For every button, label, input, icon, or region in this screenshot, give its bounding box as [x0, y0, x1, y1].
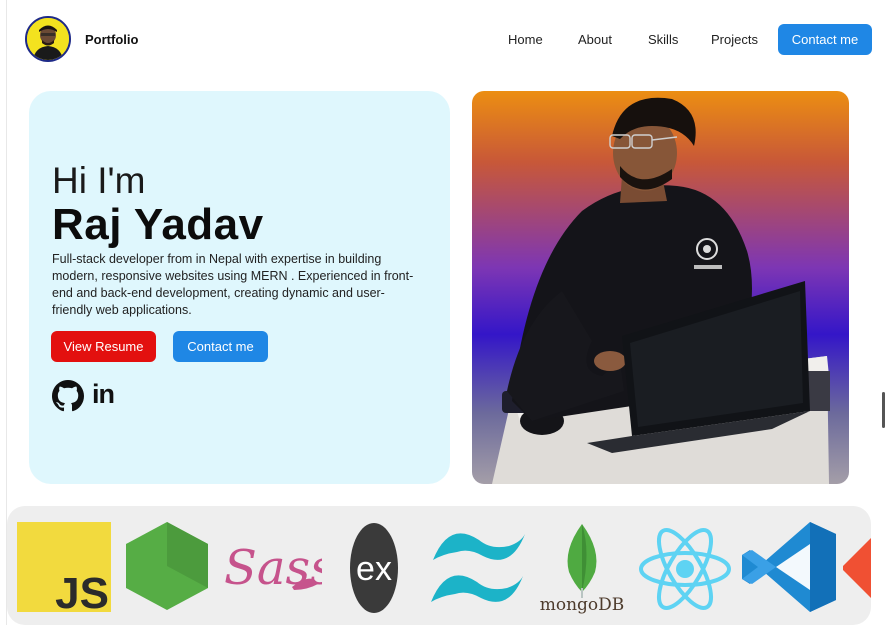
vscode-logo: [740, 522, 836, 617]
nav-link-projects[interactable]: Projects: [711, 32, 758, 47]
brand-title[interactable]: Portfolio: [85, 32, 138, 47]
profile-avatar[interactable]: [25, 16, 71, 62]
git-logo: [841, 536, 871, 605]
tech-logos-strip: JS Sass ex mongoDB: [7, 506, 871, 625]
navbar: Portfolio Home About Skills Projects Con…: [0, 0, 887, 80]
view-resume-button[interactable]: View Resume: [51, 331, 156, 362]
js-text: JS: [55, 569, 109, 612]
hero-greeting: Hi I'm: [52, 160, 146, 201]
javascript-logo: JS: [17, 522, 111, 618]
linkedin-icon[interactable]: in: [92, 379, 115, 410]
nodejs-logo: [124, 520, 210, 617]
github-icon[interactable]: [52, 380, 84, 417]
express-logo: ex: [349, 522, 399, 619]
hero-name: Raj Yadav: [52, 200, 264, 249]
contact-button[interactable]: Contact me: [173, 331, 268, 362]
sass-logo: Sass: [222, 532, 335, 609]
tailwind-logo: [429, 524, 527, 615]
hero-photo: [472, 91, 849, 484]
nav-link-about[interactable]: About: [578, 32, 612, 47]
nav-link-home[interactable]: Home: [508, 32, 543, 47]
express-text: ex: [356, 550, 392, 588]
react-logo: [637, 524, 733, 619]
scrollbar-thumb[interactable]: [882, 392, 885, 428]
nav-link-skills[interactable]: Skills: [648, 32, 678, 47]
mongodb-text: mongoDB: [540, 595, 625, 614]
hero-bio: Full-stack developer from in Nepal with …: [52, 252, 414, 317]
mongodb-logo: mongoDB: [535, 522, 629, 619]
nav-contact-button[interactable]: Contact me: [778, 24, 872, 55]
